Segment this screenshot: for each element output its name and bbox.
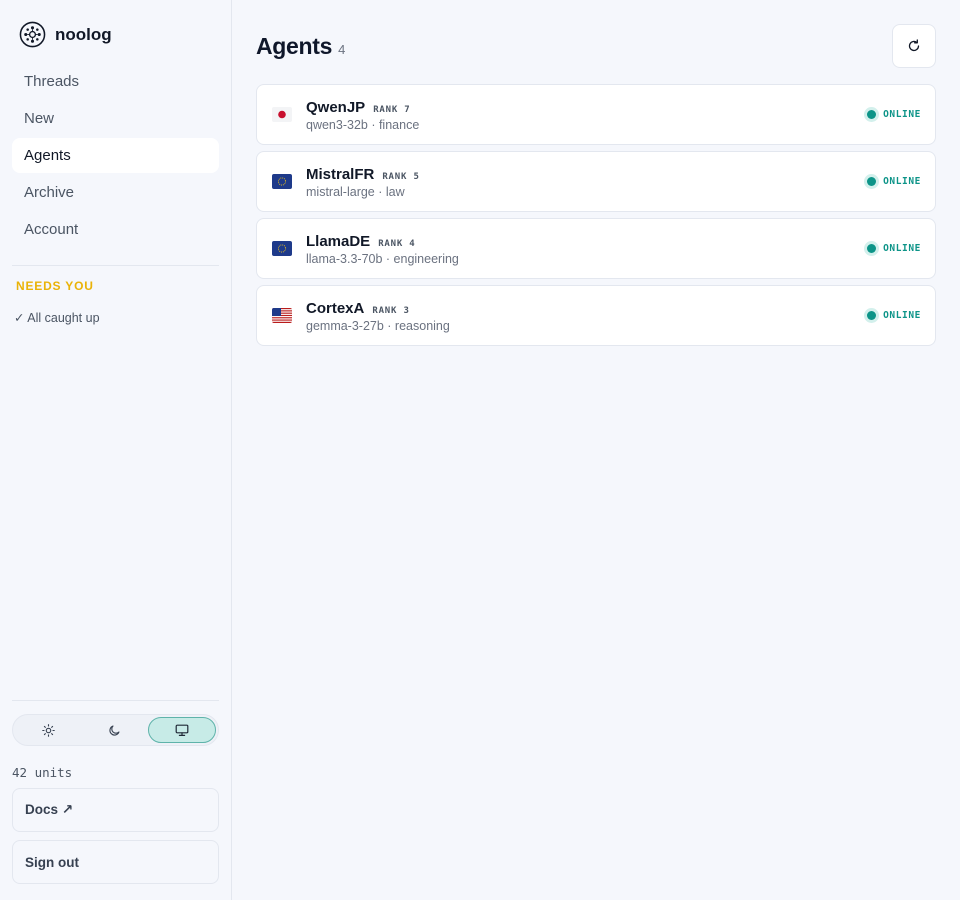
- rank-label: RANK: [373, 105, 399, 115]
- agent-card[interactable]: CortexA RANK 3 gemma-3-27b · reasoning ON…: [256, 285, 936, 346]
- status-badge: ONLINE: [867, 176, 921, 187]
- theme-light-button[interactable]: [15, 717, 81, 743]
- agent-meta: qwen3-32b · finance: [306, 118, 420, 132]
- sidebar: noolog Threads New Agents Archive Accoun…: [0, 0, 232, 900]
- agent-meta: gemma-3-27b · reasoning: [306, 319, 450, 333]
- sidebar-item-label: Archive: [24, 184, 75, 201]
- agent-meta: mistral-large · law: [306, 185, 405, 199]
- theme-system-button[interactable]: [147, 717, 216, 743]
- page-title-text: Agents: [256, 33, 333, 59]
- rank-label: RANK: [382, 172, 408, 182]
- rank-value: 7: [404, 105, 411, 115]
- status-badge: ONLINE: [867, 109, 921, 120]
- sidebar-item-agents[interactable]: Agents: [12, 138, 219, 173]
- sun-icon: [41, 723, 55, 737]
- agent-name: CortexA: [306, 300, 365, 317]
- agent-name: LlamaDE: [306, 233, 371, 250]
- noolog-logo-icon: [19, 21, 46, 48]
- agent-card[interactable]: LlamaDE RANK 4 llama-3.3-70b · engineerin…: [256, 218, 936, 279]
- agent-name-row: MistralFR RANK 5: [306, 166, 420, 183]
- sidebar-item-threads[interactable]: Threads: [12, 64, 219, 99]
- rank-label: RANK: [372, 306, 398, 316]
- units-balance: 42 units: [12, 765, 73, 780]
- sidebar-item-label: New: [24, 110, 55, 127]
- page-title: Agents 4: [256, 33, 345, 60]
- monitor-icon: [175, 724, 189, 736]
- status-dot-icon: [867, 311, 877, 320]
- rank-value: 5: [413, 172, 420, 182]
- status-dot-icon: [867, 110, 877, 119]
- status-text: ONLINE: [883, 109, 921, 120]
- main-content: Agents 4 QwenJP RANK 7 qwen3-32b · financ…: [232, 0, 960, 900]
- sidebar-item-label: Threads: [24, 73, 80, 90]
- agent-rank: RANK 4: [378, 239, 415, 249]
- agent-count: 4: [338, 42, 346, 57]
- sidebar-divider: [12, 265, 219, 266]
- agent-card[interactable]: MistralFR RANK 5 mistral-large · law ONLI…: [256, 151, 936, 212]
- status-text: ONLINE: [883, 176, 921, 187]
- japan-flag-icon: [272, 107, 292, 122]
- sidebar-nav: Threads New Agents Archive Account: [12, 64, 219, 249]
- agent-rank: RANK 3: [372, 306, 409, 316]
- agent-rank: RANK 7: [373, 105, 410, 115]
- eu-flag-icon: [272, 241, 292, 256]
- agent-meta: llama-3.3-70b · engineering: [306, 252, 459, 266]
- sidebar-item-archive[interactable]: Archive: [12, 175, 219, 210]
- sign-out-button[interactable]: Sign out: [12, 840, 219, 884]
- agent-rank: RANK 5: [382, 172, 419, 182]
- needs-you-heading: NEEDS YOU: [16, 279, 94, 293]
- sidebar-item-label: Account: [24, 221, 79, 238]
- theme-switch: [12, 714, 219, 746]
- rank-label: RANK: [378, 239, 404, 249]
- sidebar-divider: [12, 700, 219, 701]
- status-dot-icon: [867, 177, 877, 186]
- status-text: ONLINE: [883, 243, 921, 254]
- status-text: ONLINE: [883, 310, 921, 321]
- moon-icon: [109, 724, 120, 736]
- sidebar-item-label: Agents: [24, 147, 71, 164]
- brand-name: noolog: [55, 24, 112, 44]
- status-badge: ONLINE: [867, 310, 921, 321]
- agent-name-row: LlamaDE RANK 4: [306, 233, 416, 250]
- eu-flag-icon: [272, 174, 292, 189]
- agent-name: MistralFR: [306, 166, 375, 183]
- us-flag-icon: [272, 308, 292, 323]
- refresh-icon: [908, 39, 920, 52]
- agent-list: QwenJP RANK 7 qwen3-32b · finance ONLINE …: [256, 84, 936, 352]
- brand[interactable]: noolog: [19, 21, 112, 48]
- rank-value: 4: [409, 239, 416, 249]
- agent-name-row: QwenJP RANK 7: [306, 99, 411, 116]
- theme-dark-button[interactable]: [81, 717, 147, 743]
- docs-button[interactable]: Docs ↗: [12, 788, 219, 832]
- status-dot-icon: [867, 244, 877, 253]
- sidebar-item-account[interactable]: Account: [12, 212, 219, 247]
- agent-name-row: CortexA RANK 3: [306, 300, 410, 317]
- rank-value: 3: [403, 306, 410, 316]
- agent-name: QwenJP: [306, 99, 366, 116]
- sidebar-item-new[interactable]: New: [12, 101, 219, 136]
- agent-card[interactable]: QwenJP RANK 7 qwen3-32b · finance ONLINE: [256, 84, 936, 145]
- needs-you-status: ✓ All caught up: [14, 311, 100, 325]
- refresh-button[interactable]: [892, 24, 936, 68]
- status-badge: ONLINE: [867, 243, 921, 254]
